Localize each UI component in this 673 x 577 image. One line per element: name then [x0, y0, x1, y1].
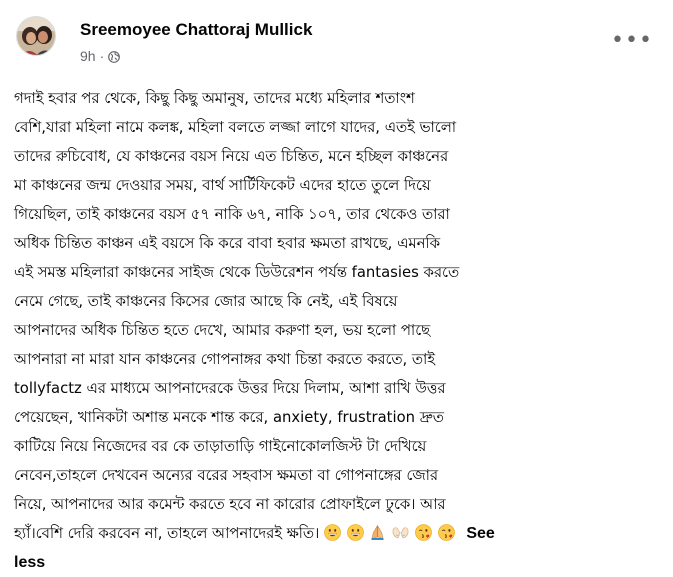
post-text-line: কাটিয়ে নিয়ে নিজেদের বর কে তাড়াতাড়ি গ… — [14, 438, 427, 455]
face-blowing-kiss-icon — [437, 522, 455, 541]
facebook-post: Sreemoyee Chattoraj Mullick 9h · ••• গদা… — [0, 0, 673, 571]
post-timestamp[interactable]: 9h — [80, 48, 96, 64]
globe-icon — [108, 50, 121, 63]
avatar-photo — [17, 17, 55, 55]
post-text-line: গদাই হবার পর থেকে, কিছু কিছু অমানুষ, তাদ… — [14, 90, 415, 107]
post-text-line: tollyfactz এর মাধ্যমে আপনাদেরকে উত্তর দি… — [14, 380, 446, 397]
post-text-line: বেশি,যারা মহিলা নামে কলঙ্ক, মহিলা বলতে ল… — [14, 119, 457, 136]
author-name[interactable]: Sreemoyee Chattoraj Mullick — [80, 20, 312, 40]
more-options-icon: ••• — [611, 28, 653, 53]
post-text-line: এই সমস্ত মহিলারা কাঞ্চনের সাইজ থেকে ডিউর… — [14, 264, 460, 281]
grinning-face-icon — [346, 522, 364, 541]
post-text-line: মা কাঞ্চনের জন্ম দেওয়ার সময়, বার্থ সার… — [14, 177, 431, 194]
face-blowing-kiss-icon — [415, 522, 432, 541]
folded-hands-icon — [369, 522, 386, 540]
post-text-line: অধিক চিন্তিত কাঞ্চন এই বয়সে কি করে বাবা… — [14, 235, 440, 252]
post-text-last-line: হ্যাঁ।বেশি দেরি করবেন না, তাহলে আপনাদেরই… — [14, 519, 664, 548]
see-less-link[interactable]: See — [466, 525, 494, 542]
see-less-link-continuation[interactable]: less — [14, 548, 664, 577]
post-text: গদাই হবার পর থেকে, কিছু কিছু অমানুষ, তাদ… — [14, 84, 664, 577]
post-text-line: নিয়ে, আপনাদের আর কমেন্ট করতে হবে না কার… — [14, 496, 446, 513]
post-text-line: তাদের রুচিবোধ, যে কাঞ্চনের বয়স নিয়ে এত… — [14, 148, 449, 165]
post-text-line: আপনাদের অধিক চিন্তিত হতে দেখে, আমার করুণ… — [14, 322, 431, 339]
post-text-line: নেবেন,তাহলে দেখবেন অন্যের বরের সহবাস ক্ষ… — [14, 467, 439, 484]
open-hands-icon — [392, 522, 409, 539]
grinning-face-icon — [324, 522, 341, 541]
post-text-line: গিয়েছিল, তাই কাঞ্চনের বয়স ৫৭ নাকি ৬৭, … — [14, 206, 450, 223]
author-avatar[interactable] — [16, 16, 56, 56]
more-options-button[interactable]: ••• — [611, 26, 653, 56]
meta-separator: · — [99, 48, 105, 64]
post-text-line: নেমে গেছে, তাই কাঞ্চনের কিসের জোর আছে কি… — [14, 293, 398, 310]
post-meta: 9h · — [80, 47, 121, 65]
post-text-line: হ্যাঁ।বেশি দেরি করবেন না, তাহলে আপনাদেরই… — [14, 525, 320, 542]
post-text-line: আপনারা না মারা যান কাঞ্চনের গোপনাঙ্গর কথ… — [14, 351, 436, 368]
post-text-line: পেয়েছেন, খানিকটা অশান্ত মনকে শান্ত করে,… — [14, 409, 444, 426]
